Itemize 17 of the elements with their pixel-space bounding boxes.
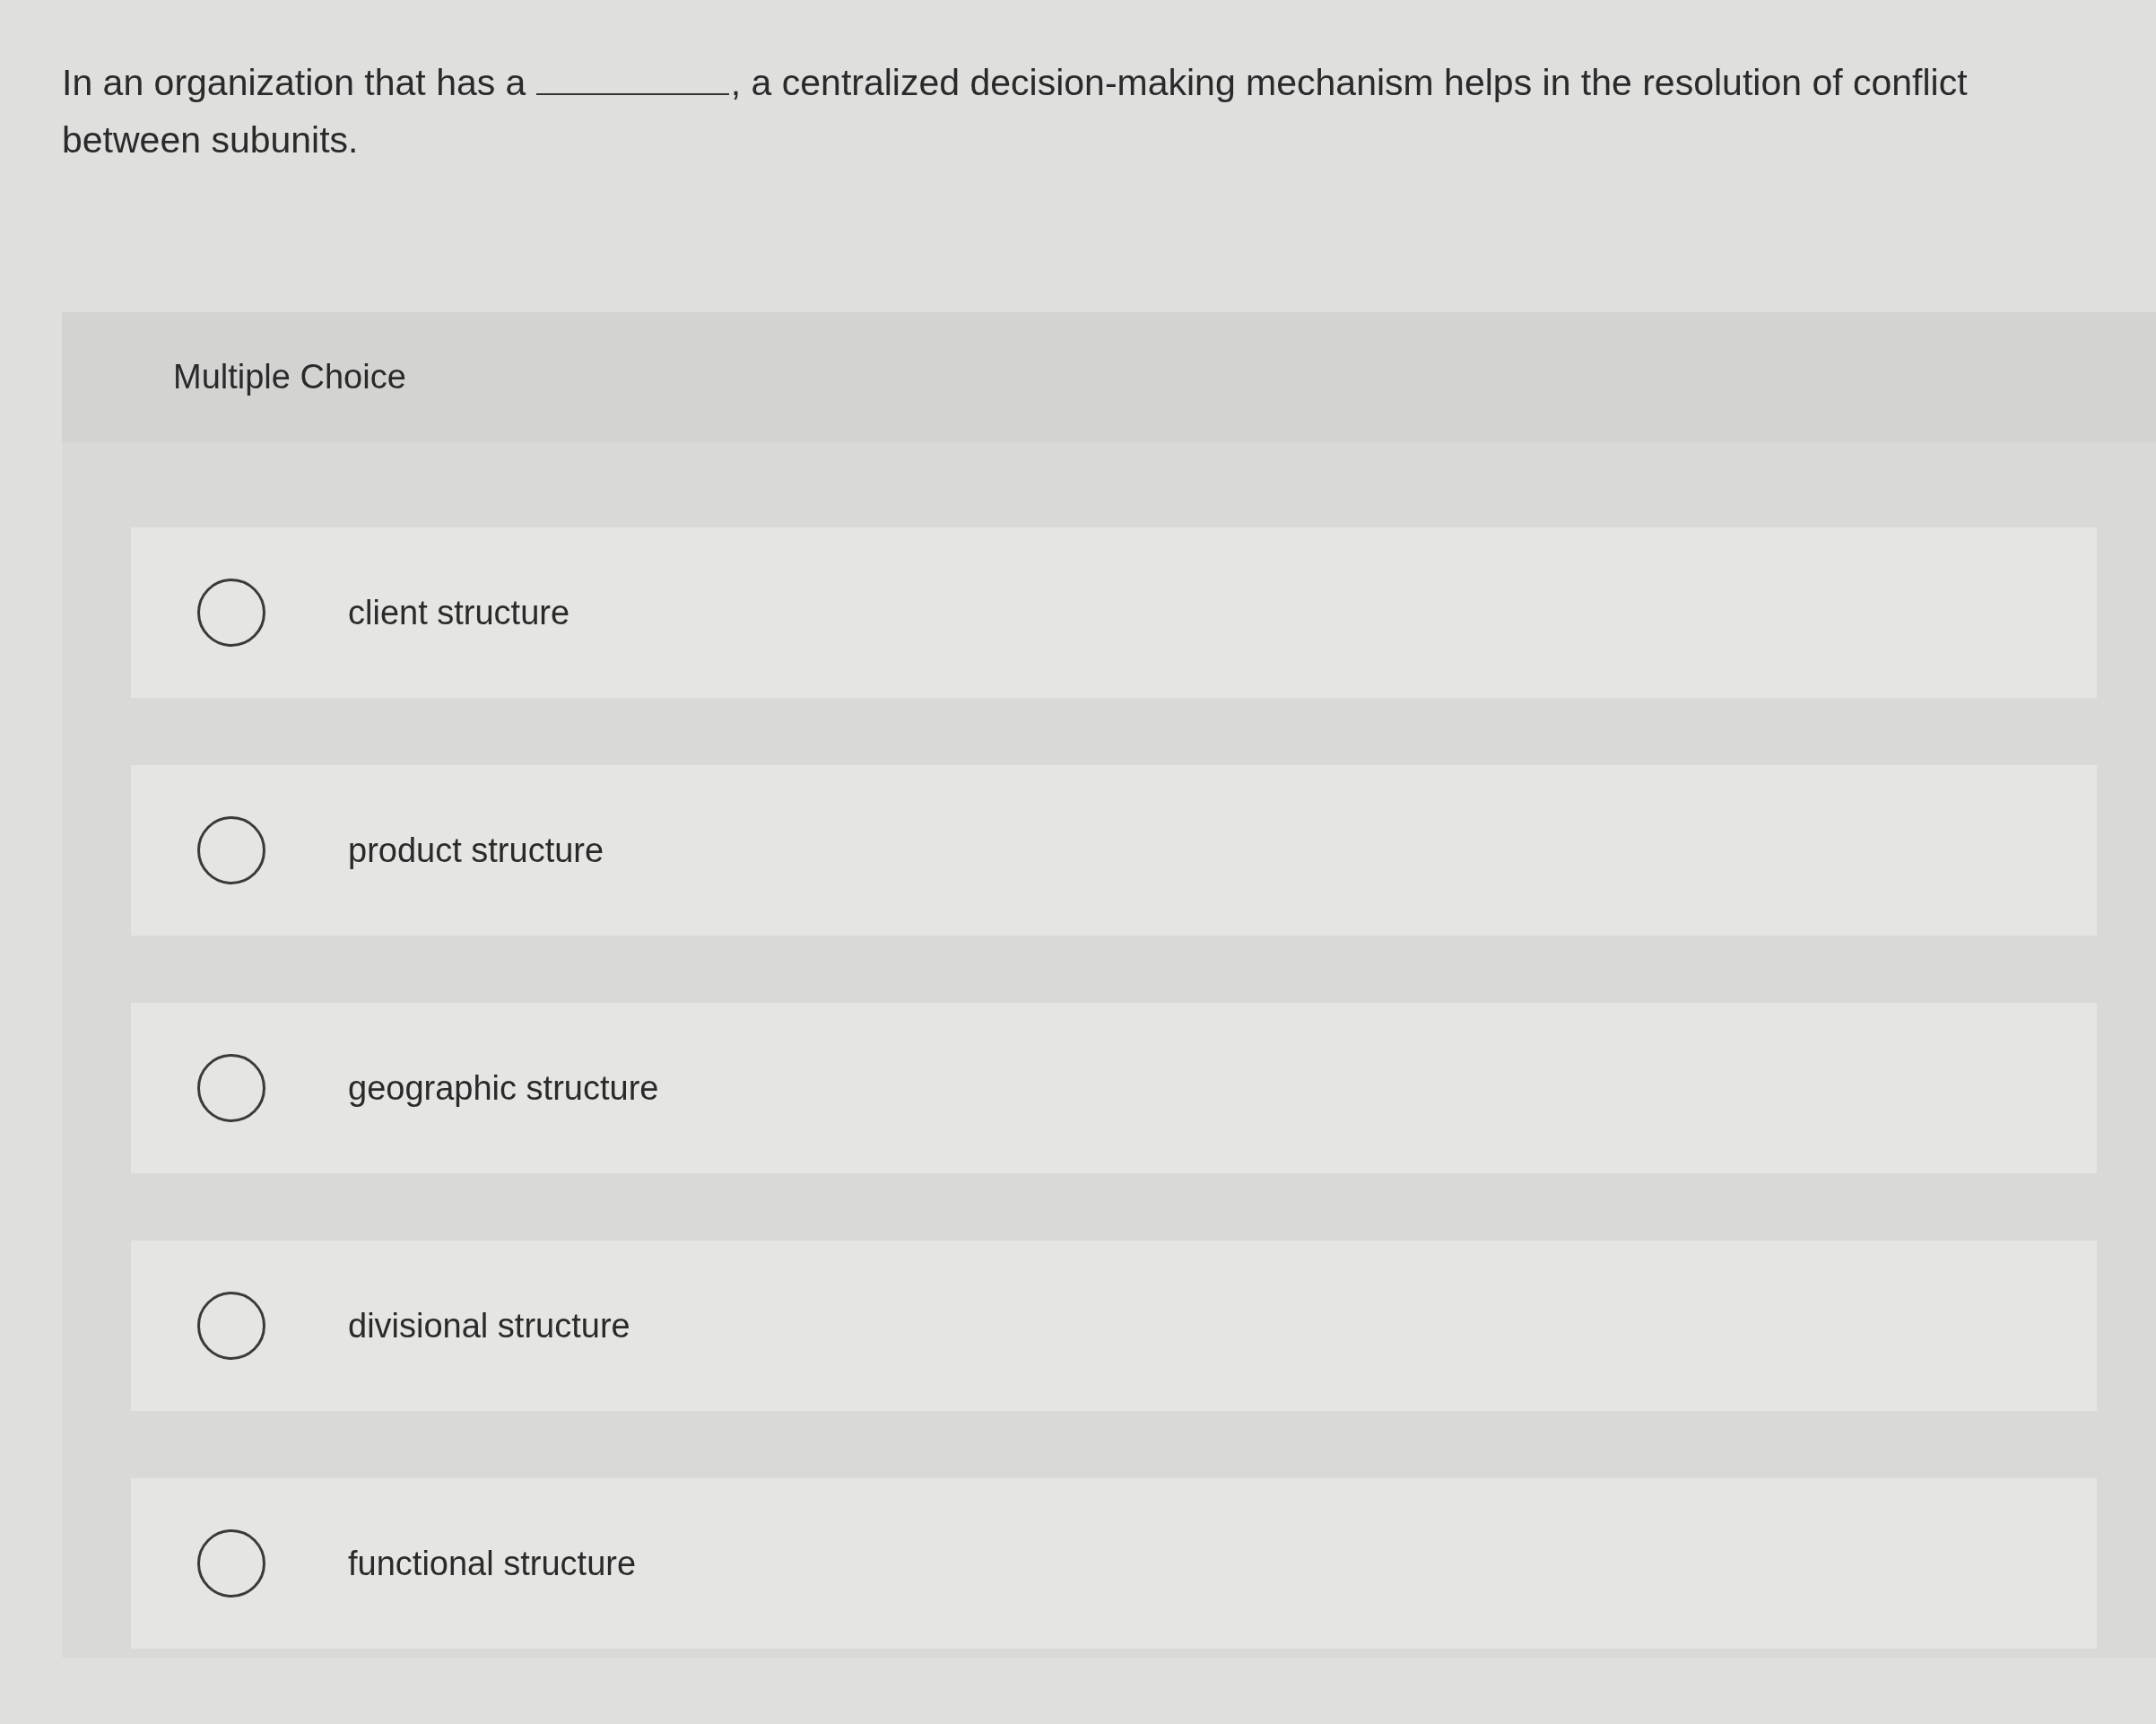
- radio-button[interactable]: [197, 1529, 265, 1598]
- option-label: client structure: [348, 593, 570, 632]
- option-label: geographic structure: [348, 1068, 659, 1108]
- option-label: divisional structure: [348, 1306, 630, 1345]
- answer-option[interactable]: functional structure: [131, 1478, 2097, 1649]
- answer-option[interactable]: client structure: [131, 527, 2097, 698]
- option-label: product structure: [348, 831, 604, 870]
- radio-button[interactable]: [197, 1054, 265, 1122]
- radio-button[interactable]: [197, 1292, 265, 1360]
- answer-option[interactable]: divisional structure: [131, 1241, 2097, 1411]
- option-label: functional structure: [348, 1544, 637, 1583]
- answer-option[interactable]: geographic structure: [131, 1003, 2097, 1173]
- answer-option[interactable]: product structure: [131, 765, 2097, 936]
- radio-button[interactable]: [197, 816, 265, 884]
- radio-button[interactable]: [197, 579, 265, 647]
- answer-type-label: Multiple Choice: [173, 358, 406, 396]
- question-text: In an organization that has a , a centralized decision-making mechanism helps in the resolution of conflict between subunits.: [61, 61, 1969, 162]
